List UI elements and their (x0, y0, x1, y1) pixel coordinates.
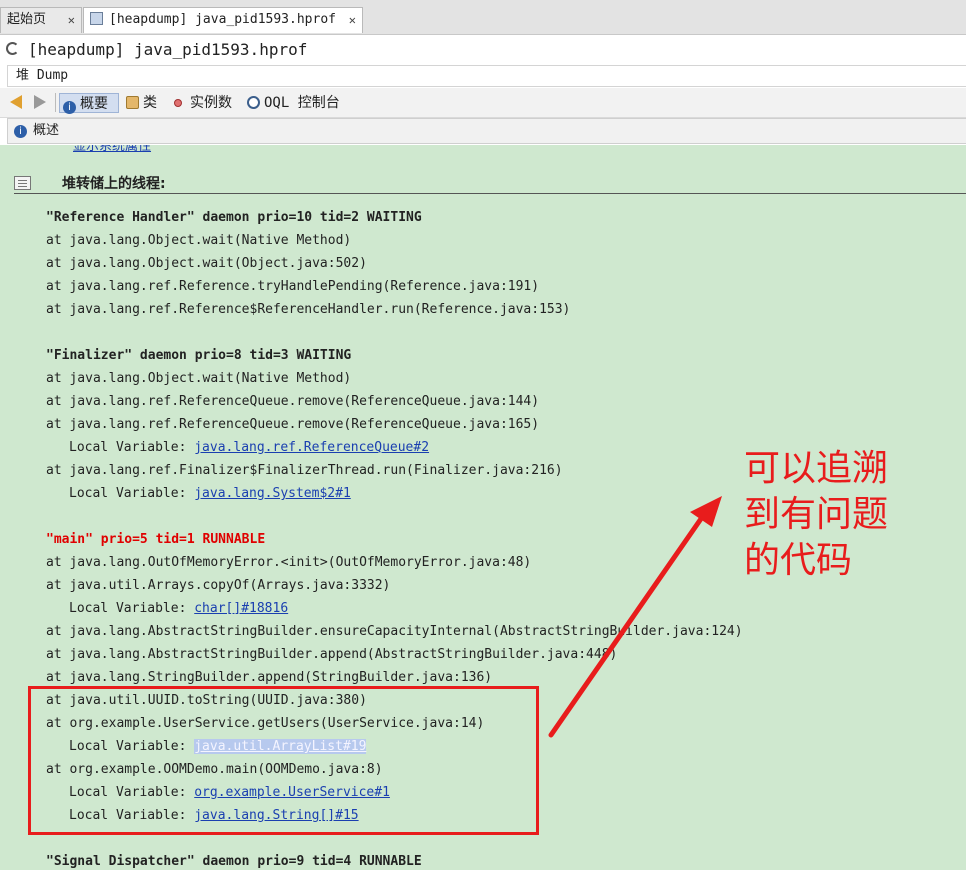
instances-icon (174, 99, 182, 107)
tab-bar: 起始页 ✕ [heapdump] java_pid1593.hprof ✕ (0, 0, 966, 35)
tab-label: 起始页 (7, 12, 47, 27)
toolbar-separator (55, 93, 56, 112)
heapdump-icon (90, 12, 103, 25)
forward-arrow-icon[interactable] (34, 95, 46, 109)
overview-label: 概述 (33, 123, 60, 138)
toolbar: i 概要 类 实例数 OQL 控制台 (0, 88, 966, 118)
annotation-line: 到有问题 (744, 494, 889, 535)
back-arrow-icon[interactable] (10, 95, 22, 109)
tab-label: [heapdump] java_pid1593.hprof (109, 12, 336, 27)
instances-button[interactable]: 实例数 (174, 93, 232, 113)
tab-heapdump[interactable]: [heapdump] java_pid1593.hprof ✕ (83, 7, 363, 33)
classes-label: 类 (143, 95, 157, 111)
heap-dump-label[interactable]: 堆 Dump (16, 68, 68, 84)
instances-label: 实例数 (190, 95, 232, 111)
oql-label: OQL 控制台 (264, 95, 340, 111)
summary-button[interactable]: i 概要 (59, 93, 119, 114)
annotation-line: 可以追溯 (744, 448, 889, 489)
thread-dump-content: 显示系统属性 堆转储上的线程: "Reference Handler" daem… (0, 145, 966, 870)
classes-icon (126, 96, 139, 109)
title-row: [heapdump] java_pid1593.hprof (0, 35, 966, 65)
annotation-text: 可以追溯 到有问题 的代码 (744, 446, 944, 584)
info-icon: i (14, 125, 27, 138)
close-icon[interactable]: ✕ (349, 8, 356, 32)
info-icon: i (63, 101, 76, 114)
overview-bar: i 概述 (7, 118, 966, 144)
dump-tab-row: 堆 Dump (7, 65, 966, 87)
close-icon[interactable]: ✕ (68, 8, 75, 32)
tab-start-page[interactable]: 起始页 ✕ (0, 7, 82, 33)
annotation-line: 的代码 (744, 540, 853, 581)
summary-label: 概要 (80, 96, 108, 112)
page-title: [heapdump] java_pid1593.hprof (28, 40, 308, 59)
oql-console-button[interactable]: OQL 控制台 (247, 93, 340, 113)
classes-button[interactable]: 类 (126, 93, 157, 113)
loading-spinner-icon (6, 42, 19, 55)
oql-icon (247, 96, 260, 109)
